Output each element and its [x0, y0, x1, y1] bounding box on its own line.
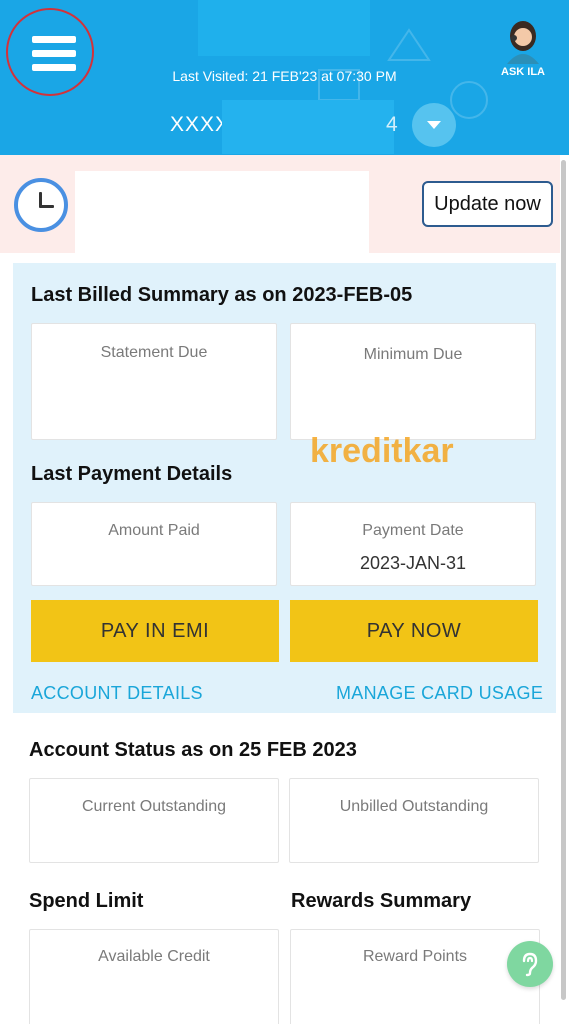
statement-due-label: Statement Due: [100, 344, 208, 361]
current-outstanding-label: Current Outstanding: [81, 798, 227, 815]
hearing-help-icon: [522, 952, 538, 977]
hamburger-menu-icon: [32, 36, 76, 43]
unbilled-outstanding-label: Unbilled Outstanding: [339, 798, 489, 815]
payment-date-label: Payment Date: [362, 522, 464, 539]
rewards-summary-title: Rewards Summary: [291, 890, 472, 912]
available-credit-tile: Available Credit: [29, 929, 279, 1024]
scrollbar[interactable]: [561, 160, 566, 1000]
amount-paid-label: Amount Paid: [108, 522, 200, 539]
clock-hand-minute: [40, 205, 54, 208]
amount-paid-tile: Amount Paid: [31, 502, 277, 586]
unbilled-outstanding-tile: Unbilled Outstanding: [289, 778, 539, 863]
statement-due-tile: Statement Due: [31, 323, 277, 440]
chevron-down-icon[interactable]: [412, 103, 456, 147]
redacted-banner-text: [75, 171, 369, 253]
billed-summary-title: Last Billed Summary as on 2023-FEB-05: [31, 284, 413, 306]
manage-card-usage-link[interactable]: MANAGE CARD USAGE: [336, 683, 543, 704]
payment-date-value: 2023-JAN-31: [359, 553, 467, 573]
account-number-suffix: 4: [386, 113, 398, 136]
hamburger-bar: [32, 50, 76, 57]
help-fab-button[interactable]: [507, 941, 553, 987]
update-banner: Update now: [0, 155, 560, 253]
ask-ila-button[interactable]: ASK ILA: [493, 18, 553, 88]
account-selector[interactable]: XXXX 4: [0, 100, 569, 154]
update-now-button[interactable]: Update now: [422, 181, 553, 227]
account-status-title: Account Status as on 25 FEB 2023: [29, 739, 357, 761]
assistant-avatar-icon: [507, 21, 539, 64]
pay-now-button[interactable]: PAY NOW: [290, 600, 538, 662]
spend-limit-title: Spend Limit: [29, 890, 144, 912]
minimum-due-tile: Minimum Due: [290, 323, 536, 440]
ask-ila-label: ASK ILA: [501, 66, 545, 78]
redacted-account-block: [222, 100, 394, 154]
minimum-due-label: Minimum Due: [363, 346, 463, 363]
app-header: Last Visited: 21 FEB'23 at 07:30 PM XXXX…: [0, 0, 569, 155]
payment-date-tile: Payment Date 2023-JAN-31: [290, 502, 536, 586]
last-payment-title: Last Payment Details: [31, 463, 233, 485]
account-details-link[interactable]: ACCOUNT DETAILS: [31, 683, 203, 704]
last-visited-text: Last Visited: 21 FEB'23 at 07:30 PM: [172, 68, 397, 84]
pay-in-emi-button[interactable]: PAY IN EMI: [31, 600, 279, 662]
clock-icon: [14, 178, 68, 232]
current-outstanding-tile: Current Outstanding: [29, 778, 279, 863]
available-credit-label: Available Credit: [98, 948, 210, 965]
kreditkar-watermark: kreditkar: [310, 432, 454, 470]
reward-points-tile: Reward Points: [290, 929, 540, 1024]
reward-points-label: Reward Points: [362, 948, 468, 965]
redacted-name-block: [198, 0, 370, 56]
